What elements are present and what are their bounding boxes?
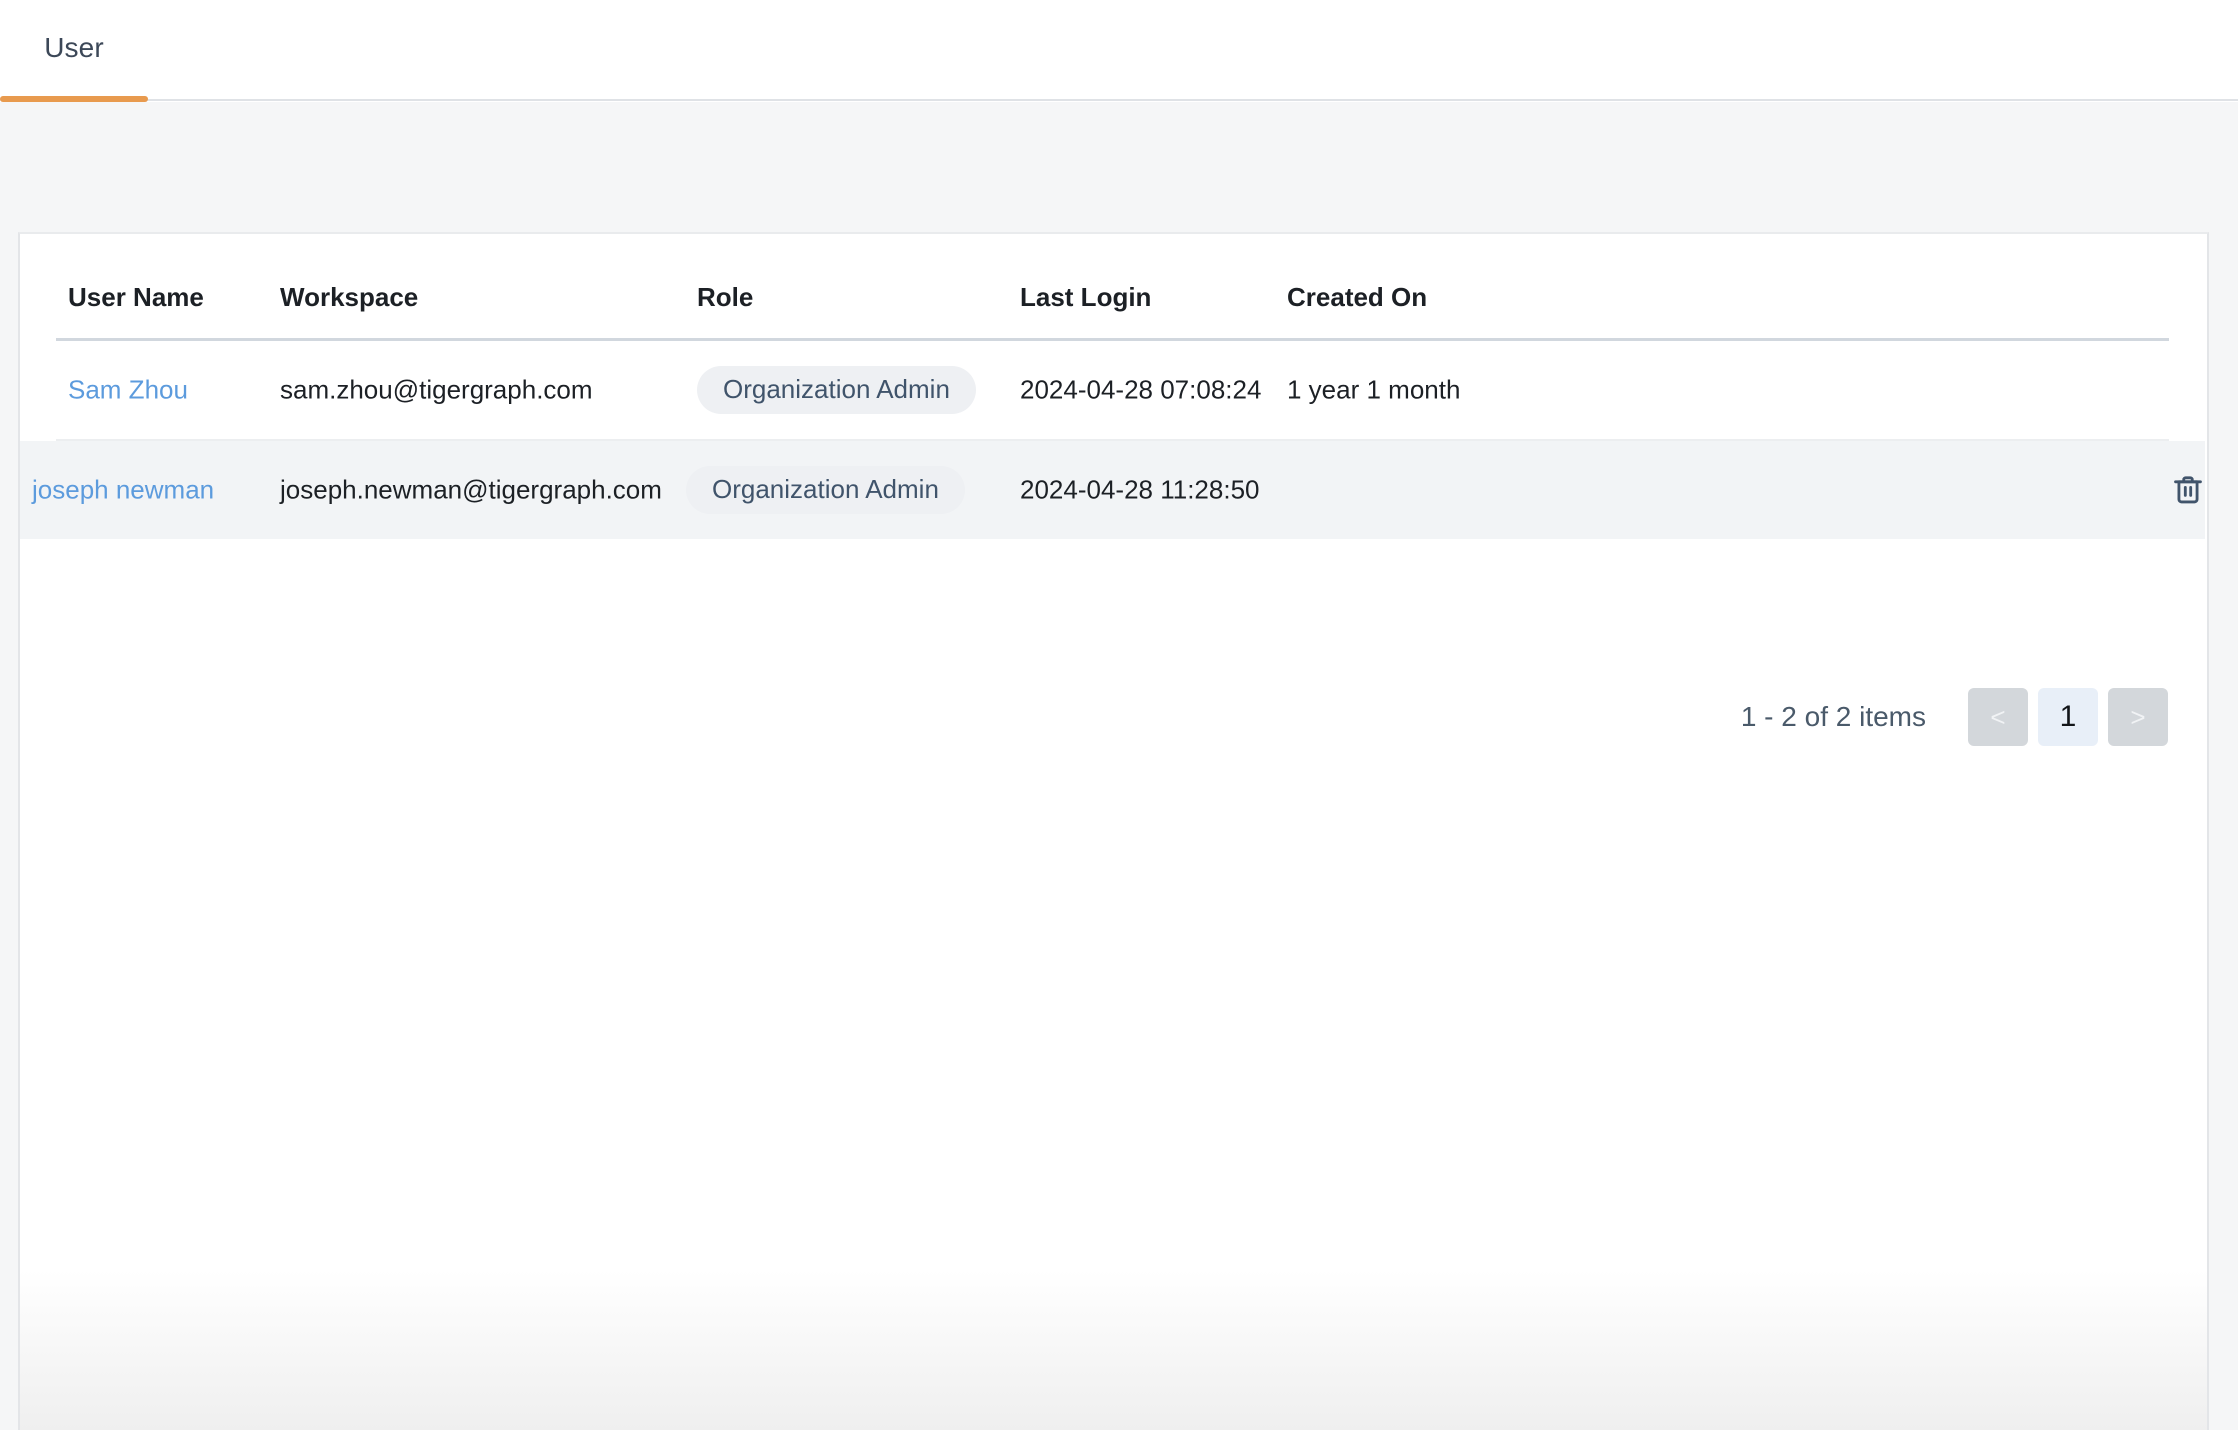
tab-user-label: User: [44, 34, 104, 68]
pagination-next-button[interactable]: >: [2108, 688, 2168, 746]
table-header-row: User Name Workspace Role Last Login Crea…: [56, 262, 2169, 341]
table-row[interactable]: Sam Zhou sam.zhou@tigergraph.com Organiz…: [56, 341, 2169, 441]
trash-icon: [2171, 473, 2205, 507]
last-login-cell: 2024-04-28 07:08:24: [1020, 375, 1261, 406]
role-badge: Organization Admin: [697, 366, 976, 414]
last-login-cell: 2024-04-28 11:28:50: [1020, 475, 1260, 506]
users-card: User Name Workspace Role Last Login Crea…: [18, 232, 2209, 1430]
tab-user[interactable]: User: [0, 0, 148, 102]
role-badge: Organization Admin: [686, 466, 965, 514]
role-cell: Organization Admin: [697, 366, 976, 414]
column-header-role: Role: [697, 282, 753, 313]
toolbar: Any role Invite Users: [0, 102, 2238, 232]
table-row[interactable]: joseph newman joseph.newman@tigergraph.c…: [20, 441, 2205, 539]
column-header-created-on: Created On: [1287, 282, 1427, 313]
workspace-cell: sam.zhou@tigergraph.com: [280, 375, 593, 406]
workspace-cell: joseph.newman@tigergraph.com: [280, 475, 662, 506]
column-header-user-name: User Name: [68, 282, 204, 313]
column-header-last-login: Last Login: [1020, 282, 1151, 313]
user-name-cell: Sam Zhou: [68, 375, 188, 406]
card-bottom-fade: [20, 1270, 2207, 1430]
pagination-page-1-button[interactable]: 1: [2038, 688, 2098, 746]
delete-user-button[interactable]: [2165, 467, 2209, 513]
pagination-prev-button[interactable]: <: [1968, 688, 2028, 746]
created-on-cell: 1 year 1 month: [1287, 375, 1460, 406]
column-header-workspace: Workspace: [280, 282, 418, 313]
role-cell: Organization Admin: [686, 466, 965, 514]
pagination: 1 - 2 of 2 items < 1 >: [1741, 688, 2168, 746]
users-table: User Name Workspace Role Last Login Crea…: [56, 262, 2169, 539]
pagination-summary: 1 - 2 of 2 items: [1741, 701, 1926, 733]
user-name-link[interactable]: Sam Zhou: [68, 375, 188, 405]
tab-bar-divider: [0, 99, 2238, 101]
user-name-link[interactable]: joseph newman: [32, 475, 214, 505]
user-name-cell: joseph newman: [32, 475, 214, 506]
tab-bar: User: [0, 0, 2238, 102]
